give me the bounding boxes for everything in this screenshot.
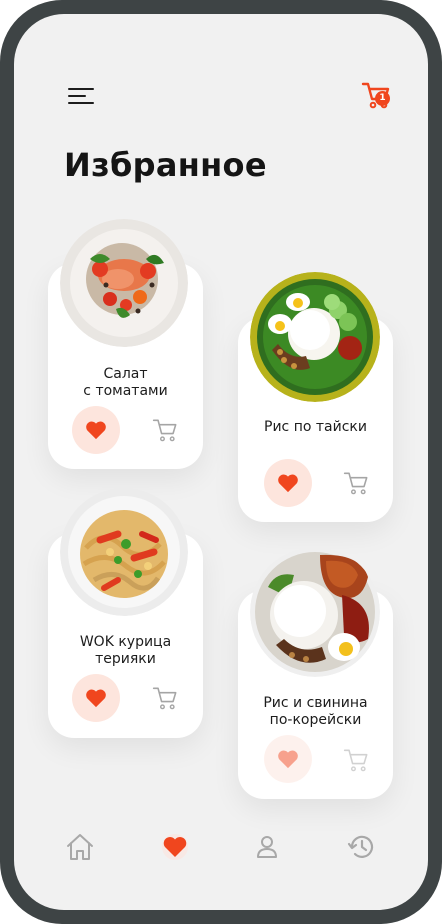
nav-profile[interactable] xyxy=(251,831,283,863)
korean-pork-plate xyxy=(250,547,380,677)
favorite-button-thai-rice[interactable] xyxy=(264,459,312,507)
heart-icon xyxy=(86,689,106,708)
heart-icon xyxy=(162,834,188,860)
add-to-cart-button-thai-rice[interactable] xyxy=(342,468,372,498)
heart-icon xyxy=(86,421,106,440)
heart-icon xyxy=(278,474,298,493)
menu-icon[interactable] xyxy=(68,86,94,108)
cart-icon xyxy=(152,687,177,710)
heart-icon xyxy=(278,750,298,769)
add-to-cart-button-korean-pork[interactable] xyxy=(342,745,372,775)
page-title: Избранное xyxy=(64,146,267,184)
add-to-cart-button-wok[interactable] xyxy=(151,683,181,713)
phone-frame: 1 Избранное Салат с томатами Рис по тайс… xyxy=(0,0,442,924)
history-icon xyxy=(347,835,374,858)
favorite-button-wok[interactable] xyxy=(72,674,120,722)
home-icon xyxy=(67,834,93,860)
favorite-button-salad[interactable] xyxy=(72,406,120,454)
nav-history[interactable] xyxy=(346,831,378,863)
wok-plate xyxy=(60,488,188,616)
cart-icon xyxy=(343,472,368,495)
cart-icon xyxy=(152,419,177,442)
dish-name-salad: Салат с томатами xyxy=(83,366,168,399)
thai-rice-plate xyxy=(250,272,380,402)
salad-plate xyxy=(60,219,188,347)
add-to-cart-button-salad[interactable] xyxy=(151,415,181,445)
profile-icon xyxy=(257,836,277,858)
dish-name-korean-pork: Рис и свинина по-корейски xyxy=(263,695,368,728)
app-screen: 1 Избранное Салат с томатами Рис по тайс… xyxy=(14,14,428,910)
dish-name-thai-rice: Рис по тайски xyxy=(264,419,367,435)
nav-home[interactable] xyxy=(64,831,96,863)
cart-icon xyxy=(343,749,368,772)
favorite-button-korean-pork[interactable] xyxy=(264,735,312,783)
cart-count-badge: 1 xyxy=(375,91,390,106)
dish-name-wok: WOK курица терияки xyxy=(79,634,172,667)
nav-favorites[interactable] xyxy=(159,831,191,863)
